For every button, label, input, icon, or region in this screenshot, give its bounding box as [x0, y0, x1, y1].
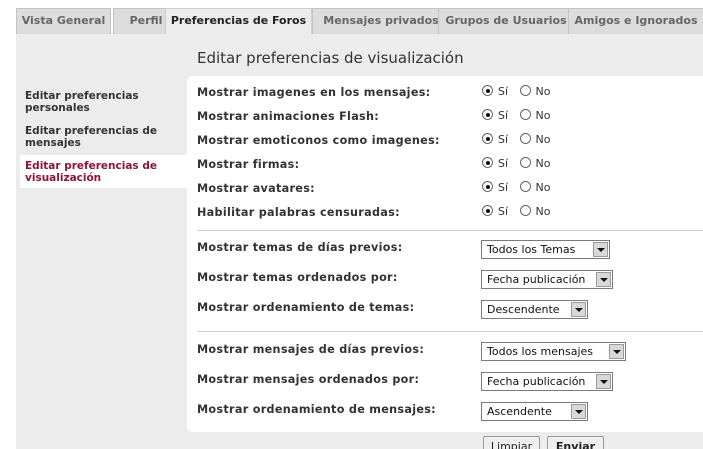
row-label: Mostrar animaciones Flash: — [197, 110, 380, 123]
submit-button[interactable]: Enviar — [547, 436, 604, 449]
section-divider — [197, 230, 703, 231]
row-label: Mostrar temas ordenados por: — [197, 271, 398, 284]
radio-yes-label: Sí — [498, 109, 509, 122]
row-label: Mostrar temas de días previos: — [197, 241, 403, 254]
topic-order-select[interactable]: Descendente — [481, 300, 588, 319]
radio-no-label: No — [535, 181, 551, 194]
tab-vista-general[interactable]: Vista General — [16, 8, 111, 34]
row-label: Mostrar emoticonos como imagenes: — [197, 134, 440, 147]
select-value: Fecha publicación — [487, 375, 586, 388]
row-label: Mostrar mensajes de días previos: — [197, 343, 425, 356]
radio-group: Sí No — [482, 157, 559, 170]
radio-no[interactable] — [519, 109, 531, 120]
radio-no-label: No — [535, 157, 551, 170]
radio-no-label: No — [535, 133, 551, 146]
page-title: Editar preferencias de visualización — [197, 49, 464, 67]
radio-no-label: No — [535, 109, 551, 122]
sidebar-item-visualizacion[interactable]: Editar preferencias de visualización — [20, 155, 188, 188]
row-label: Mostrar avatares: — [197, 182, 315, 195]
radio-yes-label: Sí — [498, 205, 509, 218]
tab-grupos-usuarios[interactable]: Grupos de Usuarios — [438, 8, 574, 34]
radio-group: Sí No — [482, 85, 559, 98]
topic-sort-select[interactable]: Fecha publicación — [481, 270, 613, 289]
select-value: Todos los Temas — [487, 243, 576, 256]
select-value: Todos los mensajes — [487, 345, 594, 358]
radio-no[interactable] — [519, 133, 531, 144]
radio-group: Sí No — [482, 181, 559, 194]
chevron-down-icon — [609, 344, 624, 359]
radio-no[interactable] — [519, 205, 531, 216]
row-label: Mostrar firmas: — [197, 158, 300, 171]
tab-mensajes-privados[interactable]: Mensajes privados — [312, 8, 450, 34]
radio-no-label: No — [535, 205, 551, 218]
radio-group: Sí No — [482, 109, 559, 122]
radio-yes-label: Sí — [498, 133, 509, 146]
reset-button[interactable]: Limpiar — [483, 436, 540, 449]
radio-yes[interactable] — [482, 157, 493, 168]
tab-amigos-ignorados[interactable]: Amigos e Ignorados — [568, 8, 703, 34]
select-value: Fecha publicación — [487, 273, 586, 286]
row-label: Mostrar ordenamiento de temas: — [197, 301, 415, 314]
radio-group: Sí No — [482, 133, 559, 146]
radio-no[interactable] — [519, 85, 531, 96]
radio-group: Sí No — [482, 205, 559, 218]
select-value: Ascendente — [487, 405, 552, 418]
row-label: Mostrar imagenes en los mensajes: — [197, 86, 431, 99]
radio-yes-label: Sí — [498, 181, 509, 194]
radio-yes[interactable] — [482, 109, 493, 120]
radio-yes[interactable] — [482, 133, 493, 144]
radio-yes-label: Sí — [498, 157, 509, 170]
radio-no[interactable] — [519, 181, 531, 192]
tab-preferencias-foros[interactable]: Preferencias de Foros — [165, 8, 312, 36]
section-divider — [197, 331, 703, 332]
sidebar-item-mensajes[interactable]: Editar preferencias de mensajes — [20, 125, 188, 151]
radio-no[interactable] — [519, 157, 531, 168]
chevron-down-icon — [571, 404, 586, 419]
post-days-select[interactable]: Todos los mensajes — [481, 342, 626, 361]
post-order-select[interactable]: Ascendente — [481, 402, 588, 421]
row-label: Habilitar palabras censuradas: — [197, 206, 400, 219]
post-sort-select[interactable]: Fecha publicación — [481, 372, 613, 391]
select-value: Descendente — [487, 303, 560, 316]
sidebar-item-personales[interactable]: Editar preferencias personales — [20, 90, 188, 116]
ucp-window: Vista General Perfil Preferencias de For… — [0, 0, 703, 449]
radio-yes[interactable] — [482, 85, 493, 96]
radio-yes[interactable] — [482, 181, 493, 192]
chevron-down-icon — [593, 242, 608, 257]
topic-days-select[interactable]: Todos los Temas — [481, 240, 610, 259]
row-label: Mostrar ordenamiento de mensajes: — [197, 403, 436, 416]
radio-yes-label: Sí — [498, 85, 509, 98]
chevron-down-icon — [571, 302, 586, 317]
row-label: Mostrar mensajes ordenados por: — [197, 373, 420, 386]
radio-yes[interactable] — [482, 205, 493, 216]
tab-bar: Vista General Perfil Preferencias de For… — [16, 8, 703, 36]
chevron-down-icon — [596, 374, 611, 389]
chevron-down-icon — [596, 272, 611, 287]
radio-no-label: No — [535, 85, 551, 98]
